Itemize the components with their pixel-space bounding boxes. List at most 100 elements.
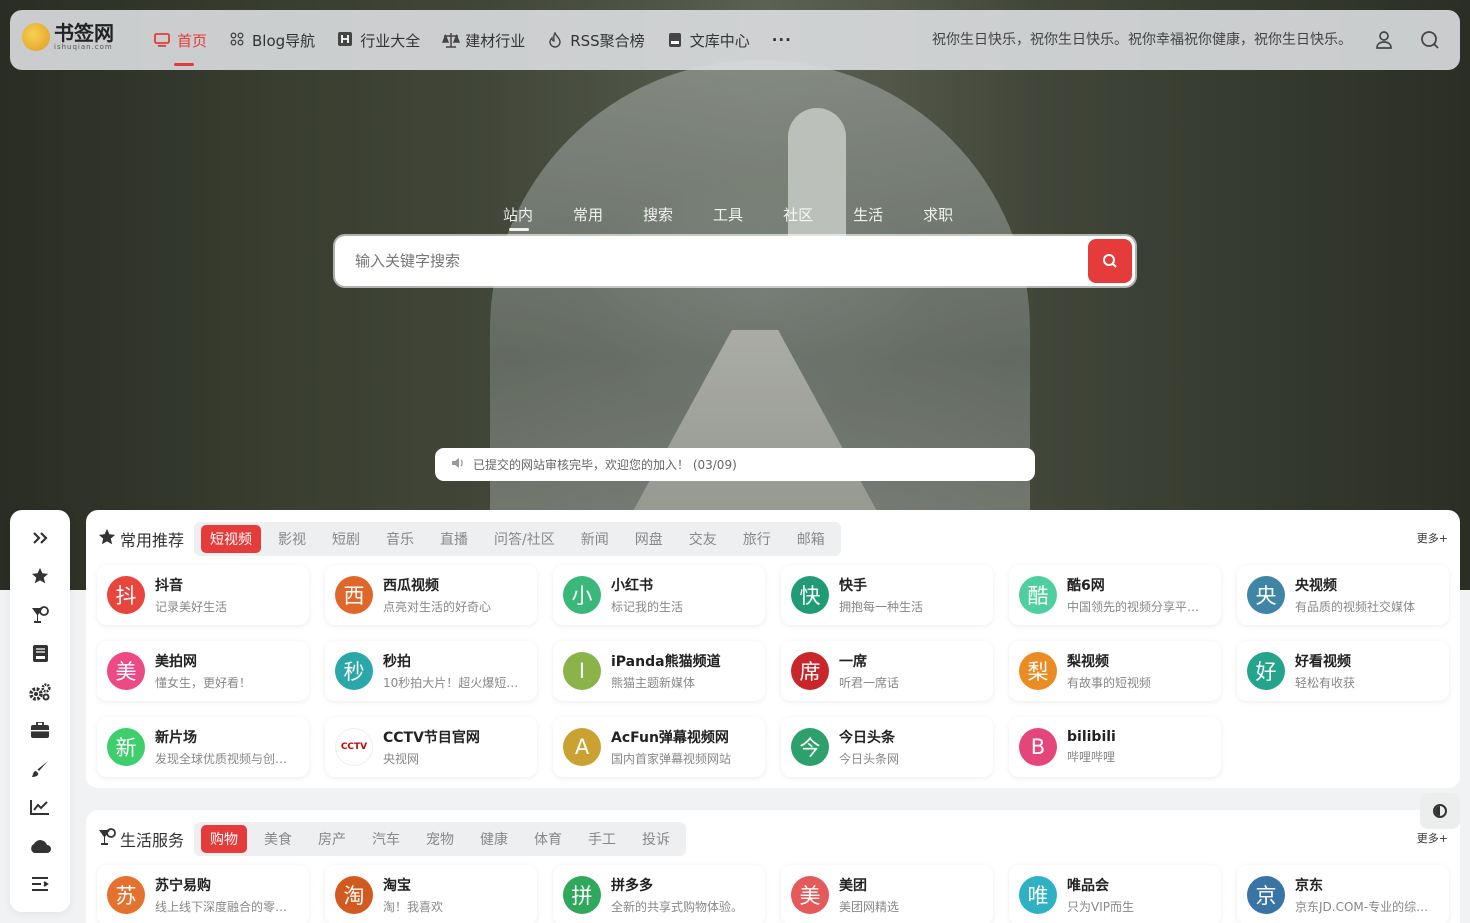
more-link[interactable]: 更多+ (1417, 830, 1448, 846)
search-tab[interactable]: 工具 (713, 204, 743, 225)
site-card[interactable]: 新新片场 发现全球优质视频与创作人 (97, 717, 309, 777)
site-card[interactable]: 小小红书 标记我的生活 (553, 565, 765, 625)
section-tab[interactable]: 手工 (579, 825, 625, 853)
section-tab[interactable]: 问答/社区 (485, 525, 564, 553)
site-card[interactable]: IiPanda熊猫频道 熊猫主题新媒体 (553, 641, 765, 701)
site-card[interactable]: 抖抖音 记录美好生活 (97, 565, 309, 625)
site-name: 快手 (839, 578, 867, 594)
search-icon[interactable] (1418, 28, 1442, 52)
section-tab[interactable]: 音乐 (377, 525, 423, 553)
section-tab[interactable]: 投诉 (633, 825, 679, 853)
star-icon[interactable] (28, 564, 52, 588)
site-card[interactable]: 苏苏宁易购线上线下深度融合的零售服务商 (97, 865, 309, 923)
site-name: 京东 (1295, 878, 1323, 894)
site-card[interactable]: 席一席 听君一席话 (781, 641, 993, 701)
cocktail-icon[interactable] (28, 603, 52, 627)
section-tab[interactable]: 短视频 (201, 525, 262, 553)
user-icon[interactable] (1372, 28, 1396, 52)
section-tab[interactable]: 网盘 (626, 525, 672, 553)
site-avatar-icon: 央 (1247, 576, 1285, 614)
section-tab[interactable]: 汽车 (363, 825, 409, 853)
chart-line-icon[interactable] (28, 795, 52, 819)
section-tab[interactable]: 交友 (680, 525, 726, 553)
site-text: 京东京东JD.COM-专业的综合网上购物商城 (1295, 875, 1435, 915)
site-card[interactable]: 酷酷6网中国领先的视频分享平台，提供热门… (1009, 565, 1221, 625)
theme-toggle-button[interactable] (1420, 793, 1460, 829)
site-name: 美团 (839, 878, 867, 894)
site-text: 美拍网 懂女生，更好看！ (155, 651, 295, 691)
section-tab[interactable]: 美食 (255, 825, 301, 853)
monitor-icon (154, 32, 170, 48)
search-tab[interactable]: 搜索 (643, 204, 673, 225)
search-input[interactable] (355, 236, 1055, 286)
section-tab[interactable]: 旅行 (734, 525, 780, 553)
section-tab[interactable]: 新闻 (572, 525, 618, 553)
nav-more-button[interactable]: ··· (772, 10, 792, 70)
section-tab[interactable]: 房产 (309, 825, 355, 853)
site-card[interactable]: 拼拼多多 全新的共享式购物体验。 (553, 865, 765, 923)
site-card[interactable]: 唯唯品会 只为VIP而生 (1009, 865, 1221, 923)
section-tab[interactable]: 体育 (525, 825, 571, 853)
site-card[interactable]: 美美团 美团网精选 (781, 865, 993, 923)
site-name: 抖音 (155, 578, 183, 594)
site-card[interactable]: 快快手 拥抱每一种生活 (781, 565, 993, 625)
section-tabs: 购物 美食 房产 汽车 宠物 健康 体育 手工 投诉 (194, 822, 687, 856)
expand-icon[interactable] (28, 526, 52, 550)
site-card[interactable]: 秒秒拍 10秒拍大片！超火爆短视频 (325, 641, 537, 701)
nav-item-blog[interactable]: Blog导航 (229, 10, 315, 70)
brush-icon[interactable] (28, 757, 52, 781)
site-description: 中国领先的视频分享平台，提供热门… (1067, 600, 1207, 614)
site-name: 美拍网 (155, 654, 197, 670)
search-tab[interactable]: 生活 (853, 204, 883, 225)
site-card[interactable]: 美美拍网 懂女生，更好看！ (97, 641, 309, 701)
book-icon[interactable] (28, 641, 52, 665)
search-tabs: 站内 常用 搜索 工具 社区 生活 求职 (503, 204, 993, 231)
search-submit-button[interactable] (1088, 239, 1132, 283)
site-name: 央视频 (1295, 578, 1337, 594)
site-card[interactable]: A AcFun弹幕视频网 国内首家弹幕视频网站 (553, 717, 765, 777)
cloud-icon[interactable] (28, 834, 52, 858)
site-text: 新片场 发现全球优质视频与创作人 (155, 727, 295, 767)
site-text: 西瓜视频 点亮对生活的好奇心 (383, 575, 523, 615)
nav-item-home[interactable]: 首页 (154, 10, 207, 70)
section-tab[interactable]: 健康 (471, 825, 517, 853)
list-icon[interactable] (28, 872, 52, 896)
search-tab[interactable]: 社区 (783, 204, 813, 225)
section-tab[interactable]: 购物 (201, 825, 248, 853)
nav-item-building[interactable]: 建材行业 (442, 10, 525, 70)
briefcase-icon[interactable] (28, 718, 52, 742)
site-card[interactable]: Bbilibili 哔哩哔哩 (1009, 717, 1221, 777)
section-tab[interactable]: 影视 (269, 525, 315, 553)
site-description: 熊猫主题新媒体 (611, 676, 696, 690)
site-card[interactable]: 京京东京东JD.COM-专业的综合网上购物商城 (1237, 865, 1449, 923)
section-life-services: 生活服务 购物 美食 房产 汽车 宠物 健康 体育 手工 投诉 更多+ 苏苏宁易购 线上线下深度融… (86, 810, 1460, 923)
site-card[interactable]: 今今日头条 今日头条网 (781, 717, 993, 777)
site-avatar-icon: 秒 (335, 652, 373, 690)
nav-item-library[interactable]: 文库中心 (667, 10, 750, 70)
site-card[interactable]: 央央视频 有品质的视频社交媒体 (1237, 565, 1449, 625)
site-logo[interactable]: 书签网 ishuqian.com (22, 23, 114, 51)
site-description: 哔哩哔哩 (1067, 750, 1116, 764)
site-card[interactable]: 梨梨视频 有故事的短视频 (1009, 641, 1221, 701)
section-tab[interactable]: 宠物 (417, 825, 463, 853)
search-tab[interactable]: 求职 (923, 204, 953, 225)
site-card[interactable]: CCTV CCTV节目官网 央视网 (325, 717, 537, 777)
section-tab[interactable]: 直播 (431, 525, 477, 553)
site-text: AcFun弹幕视频网 国内首家弹幕视频网站 (611, 727, 751, 767)
site-card[interactable]: 西西瓜视频 点亮对生活的好奇心 (325, 565, 537, 625)
section-tab[interactable]: 短剧 (323, 525, 369, 553)
nav-item-rss[interactable]: RSS聚合榜 (547, 10, 645, 70)
section-tab[interactable]: 邮箱 (788, 525, 834, 553)
site-text: 拼多多 全新的共享式购物体验。 (611, 875, 751, 915)
nav-item-industry[interactable]: 行业大全 (337, 10, 420, 70)
logo-badge-icon (22, 23, 50, 51)
cogs-icon[interactable] (28, 680, 52, 704)
more-link[interactable]: 更多+ (1417, 530, 1448, 546)
site-card[interactable]: 好好看视频 轻松有收获 (1237, 641, 1449, 701)
site-name: AcFun弹幕视频网 (611, 730, 729, 746)
notice-text[interactable]: 已提交的网站审核完毕，欢迎您的加入！ (03/09) (473, 456, 737, 473)
search-tab[interactable]: 常用 (573, 204, 603, 225)
site-card[interactable]: 淘淘宝 淘！我喜欢 (325, 865, 537, 923)
search-tab[interactable]: 站内 (503, 204, 533, 231)
search-box (335, 236, 1135, 286)
